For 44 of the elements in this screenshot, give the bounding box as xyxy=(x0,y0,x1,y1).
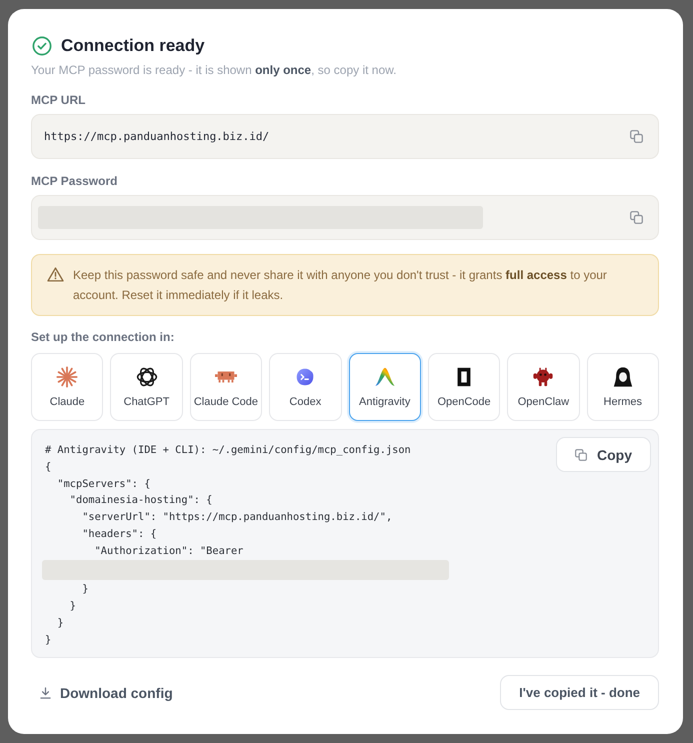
code-line: } xyxy=(45,632,52,648)
masked-field[interactable] xyxy=(31,195,659,240)
copy-icon xyxy=(630,211,643,224)
field-label: MCP Password xyxy=(31,173,118,189)
code-line: "serverUrl": "https://mcp.panduanhosting.biz.id/", xyxy=(81,510,392,525)
dialog-title: Connection ready xyxy=(61,35,205,57)
client-tab[interactable]: Antigravity xyxy=(348,353,421,421)
copy-button[interactable] xyxy=(630,211,643,224)
done-button[interactable]: I've copied it - done xyxy=(500,675,659,710)
client-tab[interactable]: ChatGPT xyxy=(110,353,183,421)
robot-icon xyxy=(532,366,554,388)
client-tab[interactable]: OpenCode xyxy=(428,353,500,421)
knot-icon xyxy=(136,366,158,388)
dialog-subtitle: Your MCP password is ready - it is shown only once, so copy it now. xyxy=(31,62,398,78)
code-line: "headers": { xyxy=(81,526,157,542)
warning-icon xyxy=(47,267,64,282)
code-line: "domainesia-hosting": { xyxy=(68,493,212,508)
client-tab[interactable]: Claude Code xyxy=(190,353,262,421)
copy-button[interactable] xyxy=(630,130,643,143)
code-line: } xyxy=(56,616,64,631)
code-line: } xyxy=(68,599,76,614)
terminal-blob-icon xyxy=(294,366,316,388)
client-tab[interactable]: Codex xyxy=(269,353,342,421)
client-tab[interactable]: Hermes xyxy=(586,353,659,421)
code-line: } xyxy=(81,582,88,598)
silhouette-icon xyxy=(612,366,634,388)
client-tab[interactable]: OpenClaw xyxy=(507,353,580,421)
download-icon xyxy=(40,686,51,699)
copy-icon xyxy=(575,448,587,460)
code-line: "Authorization": "Bearer xyxy=(94,544,244,558)
text-field[interactable]: https://mcp.panduanhosting.biz.id/ xyxy=(31,114,659,159)
code-line: { xyxy=(45,460,52,475)
starburst-icon xyxy=(56,366,78,388)
client-tab[interactable]: Claude xyxy=(31,353,104,421)
section-label: Set up the connection in: xyxy=(31,329,176,345)
copy-button[interactable]: Copy xyxy=(556,437,651,472)
download-link[interactable]: Download config xyxy=(40,684,173,701)
copy-icon xyxy=(630,130,643,143)
arch-icon xyxy=(374,366,396,388)
code-line: # Antigravity (IDE + CLI): ~/.gemini/config/mcp_config.json xyxy=(45,443,411,458)
code-line: "mcpServers": { xyxy=(56,476,150,492)
check-circle-icon xyxy=(32,36,52,56)
warning-text: Keep this password safe and never share it with anyone you don't trust - it grants full access to your account. Reset it immediately if it leaks. xyxy=(73,267,608,304)
field-label: MCP URL xyxy=(31,92,86,108)
